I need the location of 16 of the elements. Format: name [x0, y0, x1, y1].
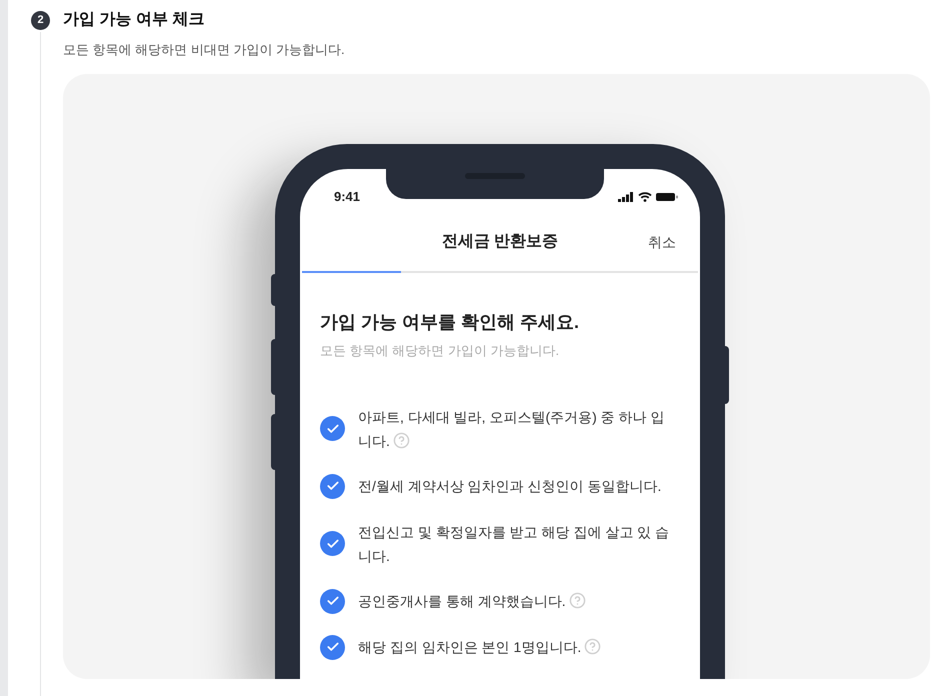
battery-icon	[656, 192, 678, 202]
step-number: 2	[31, 10, 50, 30]
signal-icon	[618, 192, 634, 202]
wifi-icon	[638, 192, 652, 202]
checklist-item-text: 공인중개사를 통해 계약했습니다.	[358, 589, 678, 613]
screen-title: 전세금 반환보증	[442, 232, 558, 252]
cancel-button[interactable]: 취소	[648, 232, 676, 252]
step-title: 가입 가능 여부 체크	[63, 10, 204, 30]
step-description: 모든 항목에 해당하면 비대면 가입이 가능합니다.	[63, 41, 346, 59]
checklist-subheading: 모든 항목에 해당하면 가입이 가능합니다.	[320, 342, 560, 360]
checklist-heading: 가입 가능 여부를 확인해 주세요.	[320, 311, 580, 334]
checklist-item-text: 해당 집의 임차인은 본인 1명입니다.	[358, 635, 678, 659]
checklist-item-text: 전/월세 계약서상 임차인과 신청인이 동일합니다.	[358, 477, 662, 496]
checklist-item-text: 아파트, 다세대 빌라, 오피스텔(주거용) 중 하나 입니다.	[358, 408, 666, 450]
status-time: 9:41	[334, 188, 360, 206]
checklist-item-text: 전입신고 및 확정일자를 받고 해당 집에 살고 있 습니다.	[358, 522, 670, 566]
